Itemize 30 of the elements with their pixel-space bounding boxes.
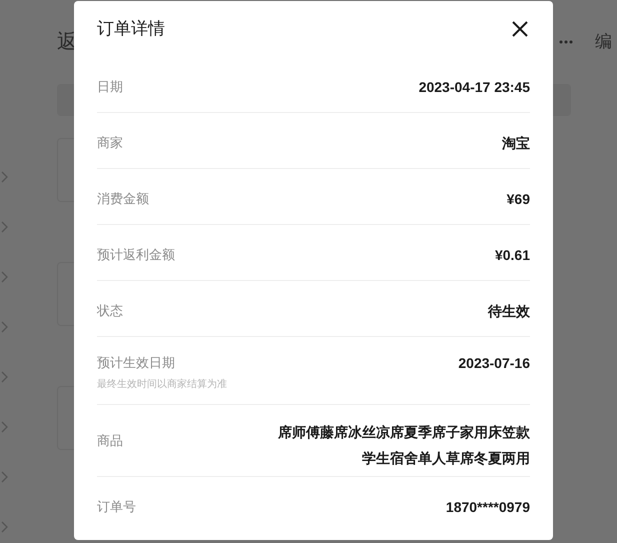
chevron-right-icon — [1, 321, 9, 333]
chevron-right-icon — [1, 421, 9, 433]
page-title: 返 — [57, 30, 77, 55]
field-value: 淘宝 — [502, 134, 530, 153]
field-label: 商品 — [97, 432, 123, 450]
field-value: 1870****0979 — [446, 498, 530, 517]
chevron-right-icon — [1, 371, 9, 383]
field-value: 2023-04-17 23:45 — [418, 78, 530, 97]
field-value: 席师傅藤席冰丝凉席夏季席子家用床笠款学生宿舍单人草席冬夏两用 — [277, 423, 530, 468]
chevron-right-icon — [1, 221, 9, 233]
field-label: 预计生效日期 — [97, 354, 176, 372]
field-label: 消费金额 — [97, 190, 149, 208]
field-label: 预计返利金额 — [97, 246, 175, 264]
field-label: 状态 — [97, 302, 123, 320]
field-label: 日期 — [97, 78, 123, 96]
field-label: 商家 — [97, 134, 123, 152]
field-value: 2023-07-16 — [458, 354, 530, 373]
more-icon[interactable] — [559, 40, 573, 44]
field-note: 最终生效时间以商家结算为准 — [97, 378, 227, 392]
edit-link[interactable]: 编 — [595, 29, 617, 55]
chevron-right-icon — [1, 171, 9, 183]
dialog-title: 订单详情 — [97, 18, 165, 40]
field-value: 待生效 — [488, 302, 530, 321]
field-value: ¥69 — [506, 190, 530, 209]
close-button[interactable] — [510, 19, 530, 39]
chevron-right-icon — [1, 471, 9, 483]
chevron-right-icon — [1, 271, 9, 283]
chevron-right-icon — [1, 521, 9, 533]
field-value: ¥0.61 — [494, 246, 530, 265]
field-label: 订单号 — [97, 498, 136, 516]
